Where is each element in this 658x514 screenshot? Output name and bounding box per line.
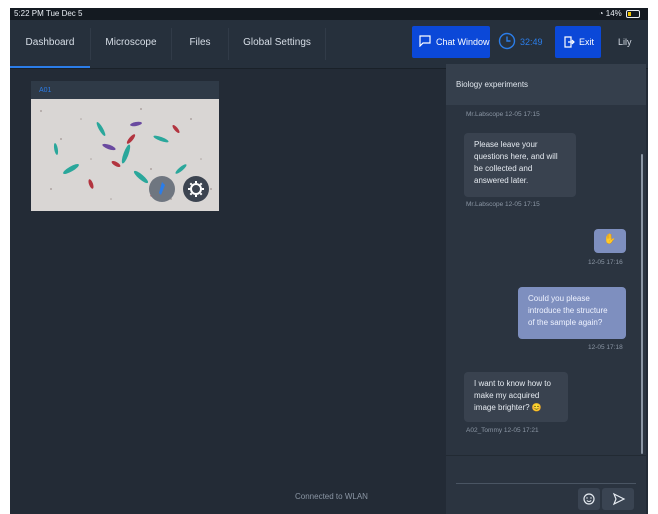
- chat-input[interactable]: [456, 483, 636, 484]
- message-bubble: Please leave your questions here, and wi…: [464, 133, 576, 197]
- smile-icon: [583, 493, 595, 505]
- microscope-image[interactable]: [31, 99, 219, 211]
- message-meta: Mr.Labscope 12-05 17:15: [466, 201, 540, 208]
- message-line: of the sample again?: [528, 318, 603, 327]
- exit-icon: [564, 36, 575, 48]
- tab-dashboard[interactable]: Dashboard: [10, 20, 90, 68]
- message-meta: A02_Tommy 12-05 17:21: [466, 427, 539, 434]
- chat-title: Biology experiments: [446, 64, 646, 105]
- message-meta: 12-05 17:18: [588, 344, 623, 351]
- chat-scrollbar[interactable]: [641, 154, 643, 454]
- battery-percent: 14%: [605, 9, 622, 18]
- settings-button[interactable]: [183, 176, 209, 202]
- message-bubble: I want to know how to make my acquired i…: [464, 372, 568, 422]
- chat-input-area: [446, 455, 646, 514]
- exit-label: Exit: [579, 37, 595, 47]
- message-line: make my acquired: [474, 391, 540, 400]
- message-line: Could you please: [528, 294, 590, 303]
- battery-indicator: ◔ 14%: [599, 8, 640, 20]
- connection-status: Connected to WLAN: [295, 492, 368, 501]
- microscope-card[interactable]: A01: [31, 81, 219, 211]
- send-button[interactable]: [602, 488, 634, 510]
- message-meta: 12-05 17:16: [588, 259, 623, 266]
- timer-value: 32:49: [520, 37, 543, 47]
- status-time: 5:22 PM Tue Dec 5: [14, 9, 83, 18]
- chat-window-button[interactable]: Chat Window: [412, 26, 490, 58]
- app-screen: 5:22 PM Tue Dec 5 ◔ 14% Dashboard Micros…: [10, 8, 648, 514]
- chat-icon: [419, 35, 431, 47]
- clock-icon: [498, 32, 516, 50]
- send-icon: [612, 492, 626, 506]
- pen-icon: [159, 182, 165, 195]
- user-name[interactable]: Lily: [618, 26, 632, 58]
- tab-global-settings[interactable]: Global Settings: [229, 20, 325, 68]
- message-line: introduce the structure: [528, 306, 608, 315]
- session-timer: 32:49: [498, 32, 558, 52]
- gear-icon: [188, 181, 204, 197]
- status-bar: 5:22 PM Tue Dec 5 ◔ 14%: [10, 8, 648, 20]
- battery-icon: [626, 9, 640, 18]
- tab-microscope[interactable]: Microscope: [91, 20, 171, 68]
- chat-window-label: Chat Window: [436, 37, 490, 47]
- message-line: questions here, and will: [474, 152, 558, 161]
- message-line: image brighter? 😊: [474, 403, 542, 412]
- tab-divider: [325, 28, 326, 60]
- message-line: answered later.: [474, 176, 529, 185]
- message-meta: Mr.Labscope 12-05 17:15: [466, 111, 540, 118]
- card-label: A01: [39, 87, 52, 94]
- message-line: Please leave your: [474, 140, 538, 149]
- message-line: be collected and: [474, 164, 533, 173]
- exit-button[interactable]: Exit: [555, 26, 601, 58]
- chat-panel: Biology experiments Mr.Labscope 12-05 17…: [446, 64, 646, 514]
- emoji-button[interactable]: [578, 488, 600, 510]
- annotate-button[interactable]: [149, 176, 175, 202]
- message-bubble: Could you please introduce the structure…: [518, 287, 626, 339]
- tab-files[interactable]: Files: [172, 20, 228, 68]
- message-bubble: ✋: [594, 229, 626, 253]
- chat-messages[interactable]: Mr.Labscope 12-05 17:15 Please leave you…: [446, 105, 646, 455]
- message-line: I want to know how to: [474, 379, 551, 388]
- wifi-icon: ◔: [598, 9, 604, 18]
